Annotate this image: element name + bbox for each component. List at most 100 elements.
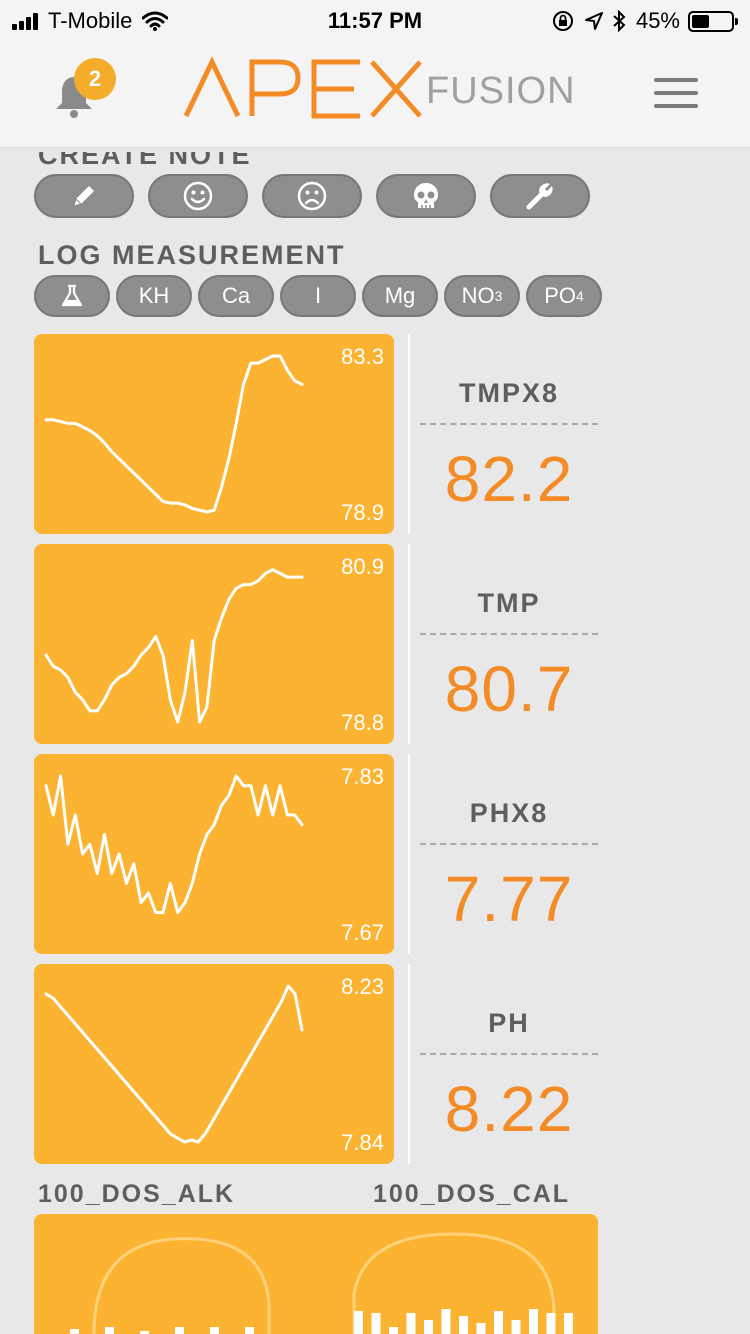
probe-chart-tile[interactable]: 83.3 78.9 [34, 334, 394, 534]
trend-line [44, 984, 304, 1144]
probe-value: 7.77 [444, 863, 574, 935]
dos-cal-bar [476, 1323, 486, 1334]
dos-chart-tile[interactable] [34, 1214, 598, 1334]
trend-line [44, 354, 304, 514]
probe-value: 8.22 [444, 1073, 574, 1145]
probe-readout[interactable]: TMP 80.7 [420, 544, 598, 744]
probe-readout[interactable]: PH 8.22 [420, 964, 598, 1164]
tile-divider [408, 334, 410, 534]
dos-cal-bar [424, 1320, 433, 1334]
probe-name: TMP [477, 588, 541, 618]
status-bar: T-Mobile 11:57 PM 45% [0, 0, 750, 40]
dos-cal-label[interactable]: 100_DOS_CAL [373, 1180, 570, 1209]
bluetooth-icon [613, 10, 626, 32]
dos-alk-bar [70, 1329, 79, 1334]
measure-flask-button[interactable] [34, 275, 110, 317]
probe-separator [420, 423, 598, 425]
dos-cal-bar [546, 1313, 556, 1334]
probe-readout[interactable]: TMPX8 82.2 [420, 334, 598, 534]
probe-separator [420, 633, 598, 635]
probe-value: 82.2 [444, 443, 574, 515]
dos-cal-bar [511, 1320, 521, 1334]
dos-cal-bar [406, 1313, 416, 1334]
dos-alk-label[interactable]: 100_DOS_ALK [38, 1180, 235, 1209]
po4-label: PO [544, 283, 576, 308]
note-sad-button[interactable] [262, 174, 362, 218]
chart-min-value: 7.84 [341, 1130, 384, 1155]
log-measurement-label: LOG MEASUREMENT [38, 240, 346, 270]
probe-name: PHX8 [469, 798, 549, 828]
log-measurement-buttons: KH Ca I Mg NO 3 PO 4 [34, 275, 608, 317]
po4-subscript: 4 [576, 288, 584, 304]
tile-divider [408, 754, 410, 954]
dos-cal-bar [459, 1316, 468, 1334]
hamburger-menu-icon[interactable] [654, 78, 698, 108]
measure-i-button[interactable]: I [280, 275, 356, 317]
chart-max-value: 8.23 [341, 974, 384, 999]
wrench-icon [526, 183, 553, 210]
dos-cal-bar [529, 1309, 538, 1334]
measure-no3-button[interactable]: NO 3 [444, 275, 520, 317]
note-skull-button[interactable] [376, 174, 476, 218]
orientation-lock-icon [552, 11, 573, 31]
measure-ca-button[interactable]: Ca [198, 275, 274, 317]
location-icon [584, 12, 603, 30]
skull-icon [414, 183, 438, 208]
chart-max-value: 7.83 [341, 764, 384, 789]
probe-chart-tile[interactable]: 8.23 7.84 [34, 964, 394, 1164]
pencil-icon [73, 186, 94, 207]
smiley-happy-icon [183, 181, 213, 211]
trend-line [44, 568, 304, 724]
measure-kh-button[interactable]: KH [116, 275, 192, 317]
trend-chart [44, 354, 304, 514]
trend-chart [44, 568, 304, 724]
apex-fusion-logo: FUSION [182, 56, 575, 126]
dos-alk-bar [245, 1327, 254, 1334]
battery-fill [692, 14, 710, 28]
dos-cal-bar [441, 1309, 451, 1334]
note-wrench-button[interactable] [490, 174, 590, 218]
chart-min-value: 7.67 [341, 920, 384, 945]
probe-chart-tile[interactable]: 7.83 7.67 [34, 754, 394, 954]
dos-alk-bar [210, 1327, 219, 1334]
measure-po4-button[interactable]: PO 4 [526, 275, 602, 317]
app-header: 2 FUSION [0, 40, 750, 148]
chart-max-value: 83.3 [341, 344, 384, 369]
probe-name: PH [488, 1008, 530, 1038]
chart-min-value: 78.8 [341, 710, 384, 735]
create-note-buttons [34, 174, 604, 218]
dos-cal-bar [494, 1311, 503, 1334]
no3-label: NO [461, 283, 495, 308]
measure-mg-button[interactable]: Mg [362, 275, 438, 317]
dos-cal-bar [389, 1327, 398, 1334]
dos-alk-outline [92, 1237, 271, 1334]
tile-divider [408, 544, 410, 744]
note-happy-button[interactable] [148, 174, 248, 218]
chart-min-value: 78.9 [341, 500, 384, 525]
notification-badge[interactable]: 2 [74, 58, 116, 100]
trend-chart [44, 984, 304, 1144]
flask-icon [61, 284, 83, 307]
tile-divider [408, 964, 410, 1164]
probe-chart-tile[interactable]: 80.9 78.8 [34, 544, 394, 744]
probe-name: TMPX8 [458, 378, 560, 408]
dos-cal-bar [371, 1313, 381, 1334]
probe-separator [420, 843, 598, 845]
dos-alk-bar [105, 1327, 114, 1334]
probe-separator [420, 1053, 598, 1055]
probe-value: 80.7 [444, 653, 574, 725]
logo-subtitle: FUSION [426, 70, 576, 112]
note-pencil-button[interactable] [34, 174, 134, 218]
battery-percent: 45% [635, 8, 680, 33]
battery-icon [688, 10, 738, 32]
smiley-sad-icon [297, 181, 327, 211]
no3-subscript: 3 [494, 288, 503, 304]
trend-line [44, 774, 304, 914]
probe-readout[interactable]: PHX8 7.77 [420, 754, 598, 954]
chart-max-value: 80.9 [341, 554, 384, 579]
dos-alk-bar [175, 1327, 184, 1334]
trend-chart [44, 774, 304, 914]
dos-cal-bar [564, 1313, 573, 1334]
dos-cal-bar [354, 1311, 363, 1334]
dos-cal-outline [352, 1232, 556, 1334]
